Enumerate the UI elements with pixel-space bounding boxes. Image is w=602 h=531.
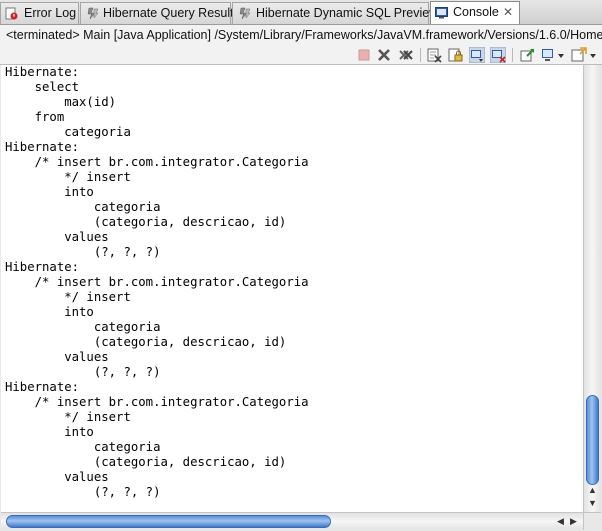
console-line: */ insert [5, 170, 139, 184]
console-line: Hibernate: [5, 380, 87, 394]
error-log-icon [5, 7, 18, 20]
toolbar-separator [420, 48, 421, 62]
open-console-icon[interactable] [571, 47, 587, 63]
console-line: categoria [5, 440, 161, 454]
scroll-right-arrow[interactable]: ▶ [568, 516, 579, 527]
scroll-left-arrow[interactable]: ◀ [555, 516, 566, 527]
console-line: categoria [5, 125, 131, 139]
horizontal-scroll-thumb[interactable] [6, 515, 331, 528]
scroll-up-arrow[interactable]: ▲ [587, 485, 598, 496]
tab-error-log[interactable]: Error Log [0, 2, 79, 24]
console-line: values [5, 230, 109, 244]
pin-console-icon[interactable] [519, 47, 535, 63]
console-line: Hibernate: [5, 260, 87, 274]
tab-hibernate-dynamic-sql-preview-label: Hibernate Dynamic SQL Preview [256, 6, 439, 20]
vertical-scroll-thumb[interactable] [586, 395, 599, 485]
terminate-icon[interactable] [356, 47, 372, 63]
console-line: /* insert br.com.integrator.Categoria [5, 275, 309, 289]
console-line: /* insert br.com.integrator.Categoria [5, 155, 309, 169]
console-line: (categoria, descricao, id) [5, 455, 294, 469]
display-selected-console-icon[interactable] [541, 47, 557, 63]
console-line: into [5, 185, 94, 199]
console-line: categoria [5, 320, 161, 334]
console-line: (categoria, descricao, id) [5, 335, 294, 349]
tab-hibernate-query-result[interactable]: Hibernate Query Result [80, 2, 234, 24]
console-line: (categoria, descricao, id) [5, 215, 294, 229]
console-line: categoria [5, 200, 161, 214]
console-line: max(id) [5, 95, 124, 109]
console-line: Hibernate: [5, 65, 87, 79]
console-toolbar [0, 45, 602, 65]
vertical-scrollbar[interactable]: ▲ ▼ [583, 65, 601, 512]
tab-hibernate-dynamic-sql-preview[interactable]: Hibernate Dynamic SQL Preview [232, 2, 438, 24]
scroll-lock-icon[interactable] [447, 47, 463, 63]
scroll-down-arrow[interactable]: ▼ [587, 498, 598, 509]
show-on-stdout-icon[interactable] [469, 47, 485, 63]
remove-all-terminated-icon[interactable] [398, 47, 414, 63]
console-line: */ insert [5, 290, 139, 304]
tab-error-log-label: Error Log [24, 6, 77, 20]
console-line: values [5, 470, 109, 484]
horizontal-scrollbar[interactable]: ◀ ▶ [1, 512, 583, 530]
hibernate-icon [87, 7, 99, 20]
console-line: select [5, 80, 80, 94]
show-on-stderr-icon[interactable] [490, 47, 506, 63]
scrollbar-corner [583, 512, 601, 530]
console-line: into [5, 425, 94, 439]
console-line: */ insert [5, 410, 139, 424]
hibernate-icon [239, 7, 251, 20]
console-window: Error Log Hibernate Query Result Hiberna… [0, 0, 602, 531]
chevron-down-icon[interactable] [557, 47, 565, 63]
console-line: (?, ?, ?) [5, 245, 161, 259]
console-line: from [5, 110, 65, 124]
close-icon[interactable]: ✕ [503, 2, 513, 23]
view-tab-bar: Error Log Hibernate Query Result Hiberna… [0, 0, 602, 25]
console-output[interactable]: Hibernate: select max(id) from categoria… [1, 65, 583, 512]
remove-launch-icon[interactable] [376, 47, 392, 63]
toolbar-separator [512, 48, 513, 62]
console-line: values [5, 350, 109, 364]
tab-console[interactable]: Console ✕ [430, 1, 520, 24]
console-line: /* insert br.com.integrator.Categoria [5, 395, 309, 409]
tab-console-label: Console [453, 5, 499, 19]
console-line: Hibernate: [5, 140, 87, 154]
console-description: <terminated> Main [Java Application] /Sy… [6, 28, 602, 42]
clear-console-icon[interactable] [426, 47, 442, 63]
console-line: (?, ?, ?) [5, 485, 161, 499]
console-line: into [5, 305, 94, 319]
tab-hibernate-query-result-label: Hibernate Query Result [103, 6, 234, 20]
console-header: <terminated> Main [Java Application] /Sy… [0, 25, 602, 45]
chevron-down-icon[interactable] [589, 47, 597, 63]
console-line: (?, ?, ?) [5, 365, 161, 379]
console-icon [435, 7, 448, 19]
